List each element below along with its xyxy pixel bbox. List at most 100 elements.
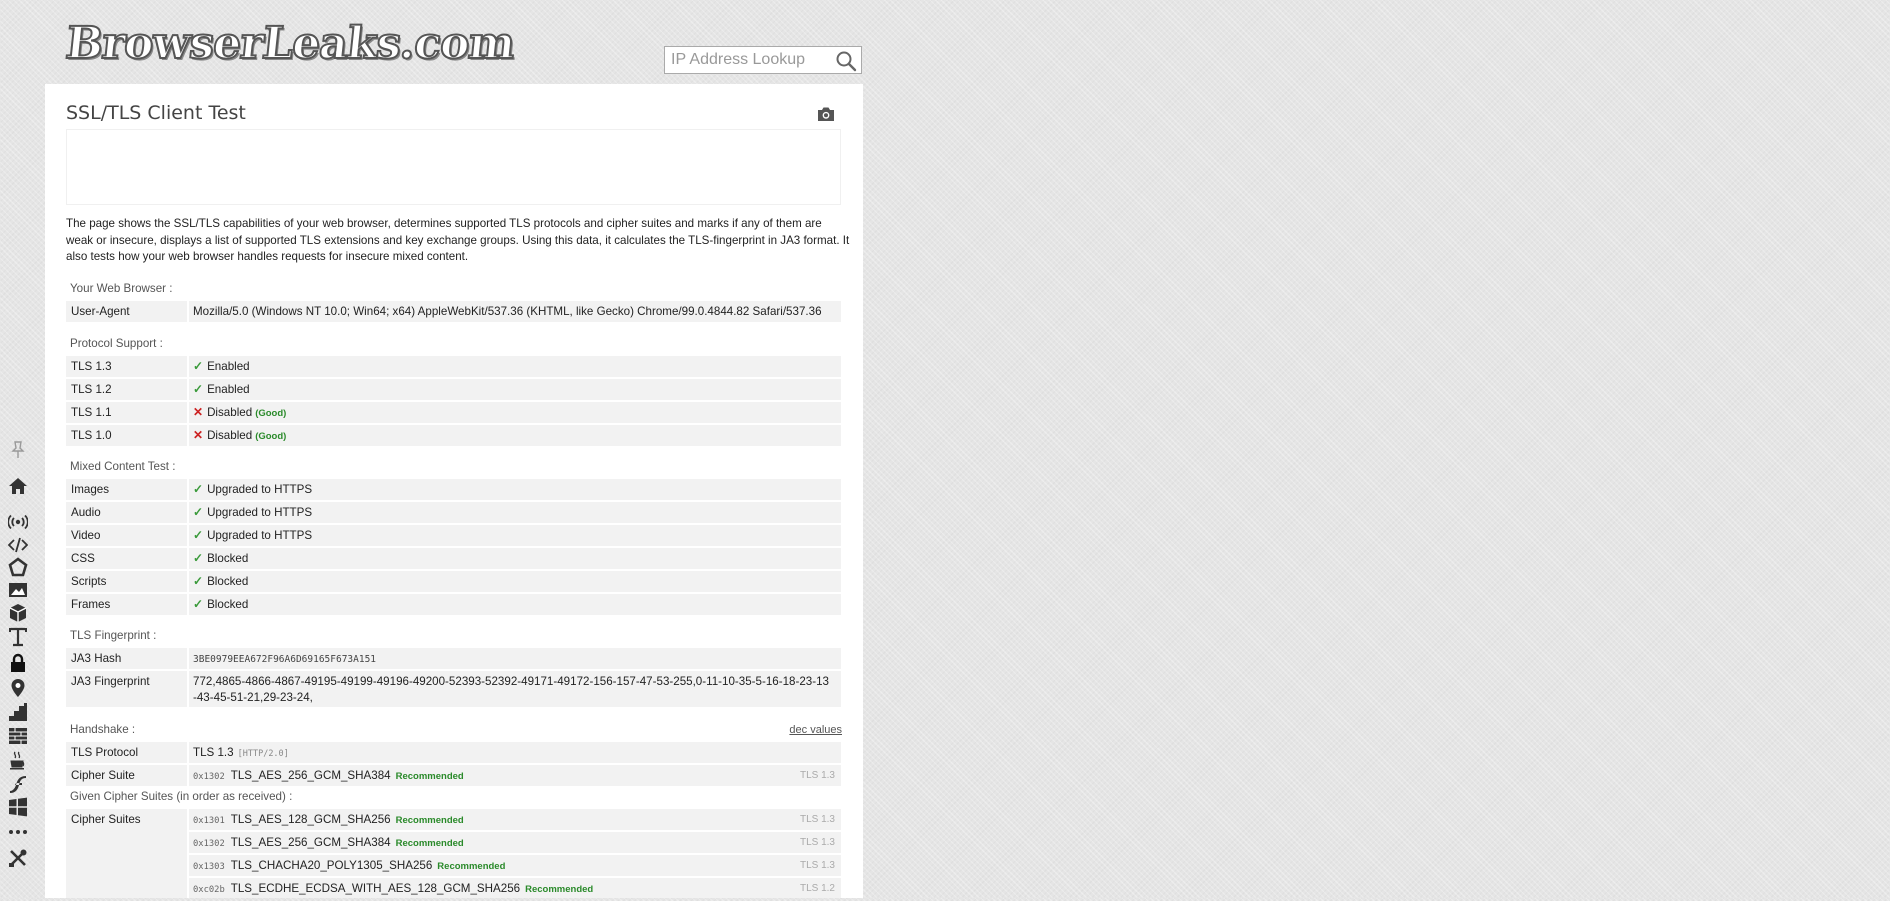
table-row: 0x1301 TLS_AES_128_GCM_SHA256 Recommended … <box>189 809 841 830</box>
more-icon[interactable] <box>8 822 28 842</box>
recommended-badge: Recommended <box>395 771 464 782</box>
cipher-hex: 0x1301 <box>193 816 225 826</box>
table-row: Cipher Suite 0x1302 TLS_AES_256_GCM_SHA38… <box>66 765 841 788</box>
row-key: Scripts <box>71 575 107 588</box>
tools-icon[interactable] <box>8 848 28 868</box>
row-value: Upgraded to HTTPS <box>207 529 313 542</box>
row-value: Upgraded to HTTPS <box>207 506 313 519</box>
broadcast-icon[interactable] <box>8 512 28 532</box>
good-note: (Good) <box>255 408 287 419</box>
tls-version: TLS 1.3 <box>799 770 835 781</box>
camera-icon[interactable] <box>817 106 835 122</box>
site-logo[interactable]: BrowserLeaks.com <box>62 12 518 74</box>
check-icon: ✓ <box>193 505 204 519</box>
check-icon: ✓ <box>193 551 204 565</box>
cipher-suites-group: Cipher Suites 0x1301 TLS_AES_128_GCM_SHA2… <box>66 809 841 898</box>
check-icon: ✓ <box>193 482 204 496</box>
section-label-handshake: Handshake : <box>70 723 136 736</box>
section-label-mixed: Mixed Content Test : <box>70 460 176 473</box>
java-icon[interactable] <box>8 750 28 770</box>
table-row: TLS 1.0 ✕ Disabled (Good) <box>66 425 841 448</box>
row-key: Video <box>71 529 101 542</box>
cipher-name: TLS_AES_256_GCM_SHA384 <box>230 769 391 782</box>
cipher-hex: 0x1302 <box>193 839 225 849</box>
cube-icon[interactable] <box>8 603 28 623</box>
check-icon: ✓ <box>193 359 204 373</box>
cipher-name: TLS_CHACHA20_POLY1305_SHA256 <box>230 859 433 872</box>
row-key: JA3 Hash <box>71 652 122 665</box>
table-row: 0x1302 TLS_AES_256_GCM_SHA384 Recommended … <box>189 832 841 853</box>
recommended-badge: Recommended <box>395 815 464 826</box>
row-value: Enabled <box>207 383 250 396</box>
cipher-name: TLS_ECDHE_ECDSA_WITH_AES_128_GCM_SHA256 <box>230 882 521 895</box>
row-key: CSS <box>71 552 95 565</box>
row-key: TLS Protocol <box>71 746 139 759</box>
row-key: TLS 1.1 <box>71 406 112 419</box>
recommended-badge: Recommended <box>437 861 506 872</box>
section-label-protocol: Protocol Support : <box>70 337 163 350</box>
section-label-fingerprint: TLS Fingerprint : <box>70 629 157 642</box>
table-row: User-Agent Mozilla/5.0 (Windows NT 10.0;… <box>66 301 841 324</box>
row-value: Mozilla/5.0 (Windows NT 10.0; Win64; x64… <box>193 305 822 318</box>
row-value: Blocked <box>207 598 249 611</box>
row-key: TLS 1.3 <box>71 360 112 373</box>
row-key: Cipher Suites <box>71 813 141 826</box>
webgl-icon[interactable] <box>8 557 28 577</box>
windows-icon[interactable] <box>8 797 28 817</box>
flash-icon[interactable] <box>8 774 28 794</box>
table-row: TLS 1.2 ✓ Enabled <box>66 379 841 402</box>
search-icon[interactable] <box>835 50 857 72</box>
table-row: Audio ✓ Upgraded to HTTPS <box>66 502 841 525</box>
dec-values-link[interactable]: dec values <box>789 724 842 736</box>
font-icon[interactable] <box>8 627 28 647</box>
ip-lookup-search <box>664 46 862 74</box>
image-icon[interactable] <box>8 580 28 600</box>
table-row: 0x1303 TLS_CHACHA20_POLY1305_SHA256 Recomm… <box>189 855 841 876</box>
row-key: JA3 Fingerprint <box>71 675 150 688</box>
tls-version: TLS 1.3 <box>799 814 835 825</box>
cipher-name: TLS_AES_256_GCM_SHA384 <box>230 836 391 849</box>
chart-icon[interactable] <box>8 702 28 722</box>
ja3-hash-value: 3BE0979EEA672F96A6D69165F673A151 <box>193 654 377 665</box>
ad-placeholder <box>66 129 841 205</box>
http-version: [HTTP/2.0] <box>237 749 289 759</box>
check-icon: ✓ <box>193 574 204 588</box>
home-icon[interactable] <box>8 476 28 496</box>
table-row: JA3 Hash 3BE0979EEA672F96A6D69165F673A15… <box>66 648 841 671</box>
good-note: (Good) <box>255 431 287 442</box>
cipher-hex: 0x1303 <box>193 862 225 872</box>
tls-version: TLS 1.3 <box>799 837 835 848</box>
row-value: Disabled <box>207 406 253 419</box>
row-value: Blocked <box>207 575 249 588</box>
row-key: Audio <box>71 506 101 519</box>
logo-text: BrowserLeaks.com <box>62 17 518 70</box>
ja3-fingerprint-line2: -43-45-51-21,29-23-24, <box>193 691 313 704</box>
location-icon[interactable] <box>8 678 28 698</box>
cross-icon: ✕ <box>193 428 204 442</box>
row-key: TLS 1.2 <box>71 383 112 396</box>
pin-icon[interactable] <box>8 440 28 460</box>
cross-icon: ✕ <box>193 405 204 419</box>
row-key: TLS 1.0 <box>71 429 112 442</box>
tls-version: TLS 1.3 <box>799 860 835 871</box>
code-icon[interactable] <box>8 535 28 555</box>
row-key: Cipher Suite <box>71 769 135 782</box>
check-icon: ✓ <box>193 597 204 611</box>
check-icon: ✓ <box>193 528 204 542</box>
cipher-name: TLS_AES_128_GCM_SHA256 <box>230 813 391 826</box>
protocol-value: TLS 1.3 <box>193 746 234 759</box>
section-label-given: Given Cipher Suites (in order as receive… <box>70 790 293 803</box>
lock-icon[interactable] <box>8 653 28 673</box>
table-row: CSS ✓ Blocked <box>66 548 841 571</box>
page-description: The page shows the SSL/TLS capabilities … <box>66 217 850 263</box>
check-icon: ✓ <box>193 382 204 396</box>
recommended-badge: Recommended <box>395 838 464 849</box>
firewall-icon[interactable] <box>8 726 28 746</box>
row-key: User-Agent <box>71 305 130 318</box>
table-row: Images ✓ Upgraded to HTTPS <box>66 479 841 502</box>
search-input[interactable] <box>665 47 845 73</box>
row-value: Upgraded to HTTPS <box>207 483 313 496</box>
recommended-badge: Recommended <box>525 884 594 895</box>
table-row: 0xc02b TLS_ECDHE_ECDSA_WITH_AES_128_GCM_S… <box>189 878 841 898</box>
section-label-browser: Your Web Browser : <box>70 282 173 295</box>
